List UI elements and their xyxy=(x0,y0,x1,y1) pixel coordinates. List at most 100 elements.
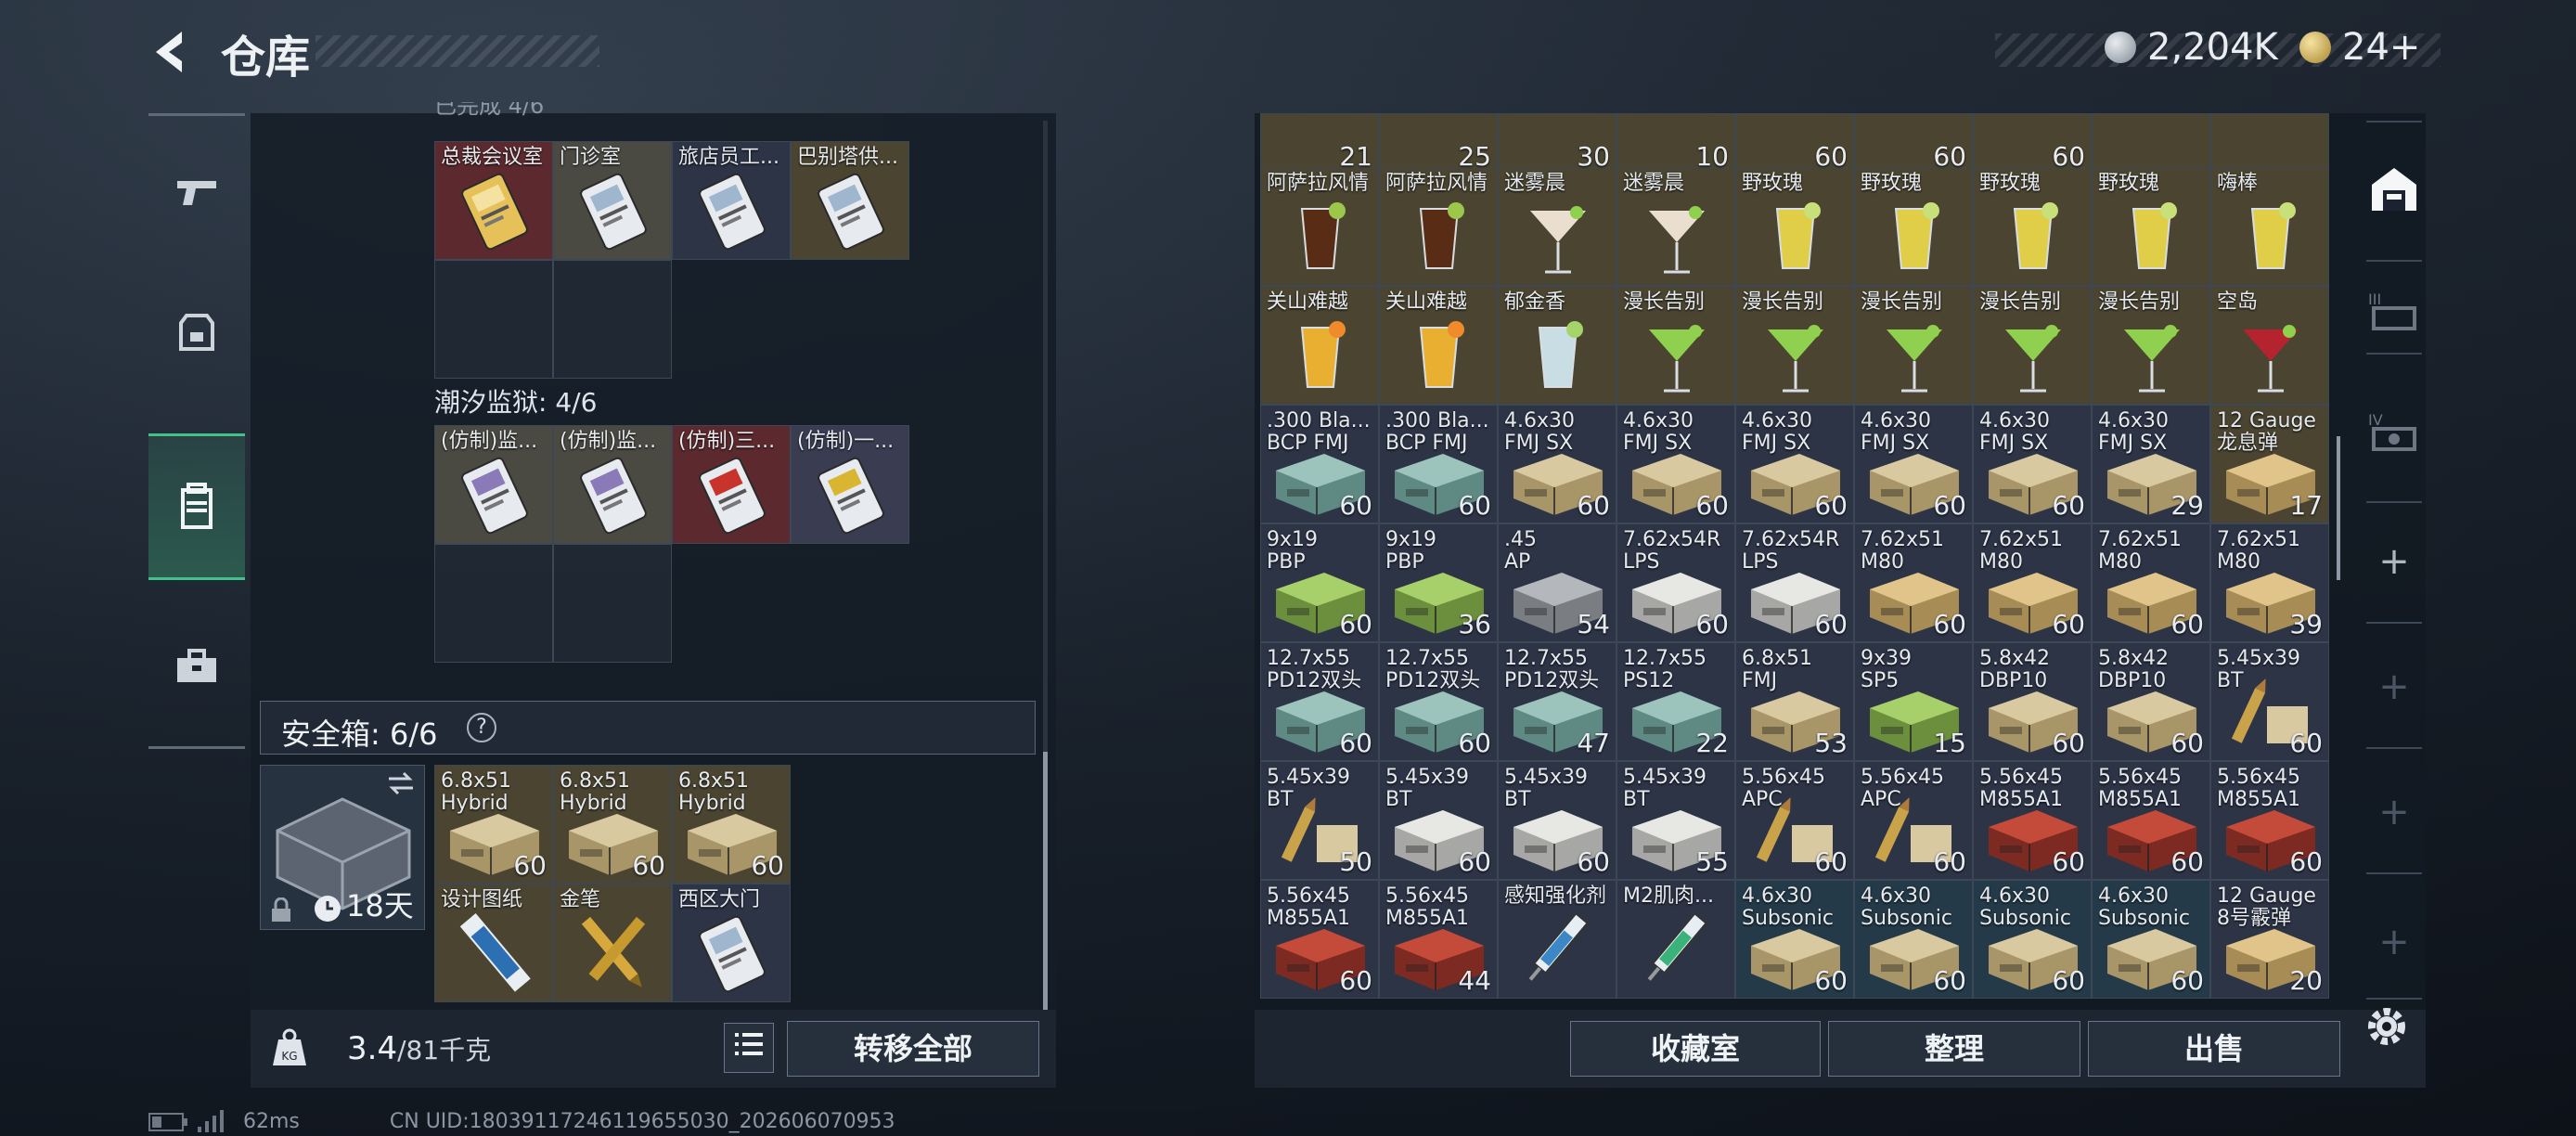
nav-containers[interactable] xyxy=(148,433,245,580)
safebox-slot[interactable]: 西区大门 xyxy=(672,884,791,1002)
warehouse-item[interactable]: 60 xyxy=(1973,113,2092,174)
warehouse-item[interactable]: 10 xyxy=(1616,113,1735,174)
warehouse-item[interactable]: 迷雾晨 xyxy=(1498,167,1616,286)
keycard-slot[interactable]: 门诊室 xyxy=(553,141,672,260)
warehouse-item[interactable]: 关山难越 xyxy=(1379,286,1498,405)
nav-misc[interactable] xyxy=(148,596,245,735)
warehouse-item[interactable]: 7.62x54R LPS 60 xyxy=(1735,523,1854,642)
add-storage-button-3[interactable]: + xyxy=(2357,752,2431,872)
warehouse-item[interactable]: 野玫瑰 xyxy=(1735,167,1854,286)
warehouse-scrollbar[interactable] xyxy=(2337,436,2340,580)
warehouse-item[interactable]: 阿萨拉风情 xyxy=(1260,167,1379,286)
warehouse-item[interactable]: 12 Gauge 8号霰弹 20 xyxy=(2210,880,2329,999)
add-storage-button-2[interactable]: + xyxy=(2357,626,2431,747)
sell-button[interactable]: 出售 xyxy=(2088,1021,2340,1077)
keycard-slot[interactable]: (仿制)三... xyxy=(672,425,791,544)
warehouse-item[interactable]: 4.6x30 FMJ SX 60 xyxy=(1735,405,1854,523)
warehouse-item[interactable]: 野玫瑰 xyxy=(1854,167,1973,286)
warehouse-item[interactable]: 60 xyxy=(1854,113,1973,174)
add-storage-button-1[interactable]: + xyxy=(2357,501,2431,622)
warehouse-item[interactable]: 野玫瑰 xyxy=(2092,167,2210,286)
empty-slot[interactable] xyxy=(553,260,672,379)
warehouse-item[interactable]: 12 Gauge 龙息弹 17 xyxy=(2210,405,2329,523)
warehouse-item[interactable]: 关山难越 xyxy=(1260,286,1379,405)
left-scrollbar-thumb[interactable] xyxy=(1043,752,1048,1012)
warehouse-item[interactable]: 7.62x54R LPS 60 xyxy=(1616,523,1735,642)
warehouse-item[interactable]: 4.6x30 Subsonic 60 xyxy=(2092,880,2210,999)
empty-slot[interactable] xyxy=(434,260,553,379)
warehouse-item[interactable]: 7.62x51 M80 60 xyxy=(1854,523,1973,642)
warehouse-item[interactable]: 12.7x55 PD12双头 60 xyxy=(1379,642,1498,761)
warehouse-item[interactable]: 5.56x45 M855A1 60 xyxy=(1973,761,2092,880)
warehouse-item[interactable]: 30 xyxy=(1498,113,1616,174)
warehouse-item[interactable]: 4.6x30 FMJ SX 60 xyxy=(1616,405,1735,523)
warehouse-item[interactable]: 漫长告别 xyxy=(1854,286,1973,405)
warehouse-item[interactable]: 4.6x30 Subsonic 60 xyxy=(1735,880,1854,999)
storage-tab-main[interactable] xyxy=(2357,128,2431,249)
warehouse-item[interactable]: 迷雾晨 xyxy=(1616,167,1735,286)
warehouse-item[interactable]: 7.62x51 M80 39 xyxy=(2210,523,2329,642)
warehouse-item[interactable]: 5.8x42 DBP10 60 xyxy=(1973,642,2092,761)
warehouse-item[interactable]: 12.7x55 PS12 22 xyxy=(1616,642,1735,761)
sort-button[interactable]: 整理 xyxy=(1828,1021,2080,1077)
warehouse-item[interactable]: 4.6x30 Subsonic 60 xyxy=(1854,880,1973,999)
settings-button[interactable] xyxy=(2361,1000,2413,1052)
safebox-slot[interactable]: 6.8x51 Hybrid 60 xyxy=(672,765,791,884)
warehouse-item[interactable]: 7.62x51 M80 60 xyxy=(2092,523,2210,642)
warehouse-item[interactable]: 漫长告别 xyxy=(1735,286,1854,405)
warehouse-item[interactable]: 5.56x45 M855A1 60 xyxy=(1260,880,1379,999)
warehouse-item[interactable]: 5.45x39 BT 60 xyxy=(1498,761,1616,880)
warehouse-item[interactable]: 5.56x45 APC 60 xyxy=(1854,761,1973,880)
warehouse-item[interactable]: 5.45x39 BT 50 xyxy=(1260,761,1379,880)
warehouse-item[interactable]: 12.7x55 PD12双头 60 xyxy=(1260,642,1379,761)
back-button[interactable] xyxy=(147,26,199,78)
warehouse-item[interactable]: 漫长告别 xyxy=(1616,286,1735,405)
keycard-slot[interactable]: 总裁会议室 xyxy=(434,141,553,260)
warehouse-item[interactable]: 12.7x55 PD12双头 47 xyxy=(1498,642,1616,761)
safebox-case[interactable]: 18天 xyxy=(260,765,425,930)
warehouse-item[interactable]: 5.45x39 BT 60 xyxy=(2210,642,2329,761)
warehouse-item[interactable]: 漫长告别 xyxy=(1973,286,2092,405)
left-scrollbar[interactable] xyxy=(1043,121,1048,1012)
warehouse-item[interactable]: 野玫瑰 xyxy=(1973,167,2092,286)
warehouse-item[interactable]: 郁金香 xyxy=(1498,286,1616,405)
safebox-slot[interactable]: 6.8x51 Hybrid 60 xyxy=(434,765,553,884)
safebox-slot[interactable]: 6.8x51 Hybrid 60 xyxy=(553,765,672,884)
warehouse-item[interactable]: 25 xyxy=(1379,113,1498,174)
warehouse-item[interactable]: 60 xyxy=(1735,113,1854,174)
add-storage-button-4[interactable]: + xyxy=(2357,882,2431,1002)
empty-slot[interactable] xyxy=(434,544,553,663)
nav-weapons[interactable] xyxy=(148,123,245,262)
warehouse-item[interactable]: 7.62x51 M80 60 xyxy=(1973,523,2092,642)
nav-equipment[interactable] xyxy=(148,262,245,401)
warehouse-item[interactable]: 4.6x30 FMJ SX 60 xyxy=(1498,405,1616,523)
warehouse-item[interactable]: .300 Bla... BCP FMJ 60 xyxy=(1379,405,1498,523)
warehouse-item[interactable]: 6.8x51 FMJ 53 xyxy=(1735,642,1854,761)
warehouse-item[interactable]: M2肌肉... xyxy=(1616,880,1735,999)
warehouse-item[interactable]: 4.6x30 Subsonic 60 xyxy=(1973,880,2092,999)
warehouse-item[interactable]: 5.56x45 M855A1 60 xyxy=(2092,761,2210,880)
warehouse-item[interactable]: 9x19 PBP 36 xyxy=(1379,523,1498,642)
warehouse-item[interactable]: 4.6x30 FMJ SX 60 xyxy=(1973,405,2092,523)
warehouse-item[interactable]: 9x19 PBP 60 xyxy=(1260,523,1379,642)
warehouse-item[interactable]: 4.6x30 FMJ SX 29 xyxy=(2092,405,2210,523)
warehouse-item[interactable]: 嗨棒 xyxy=(2210,167,2329,286)
warehouse-item[interactable]: .45 AP 54 xyxy=(1498,523,1616,642)
collection-room-button[interactable]: 收藏室 xyxy=(1570,1021,1821,1077)
warehouse-item[interactable]: 5.45x39 BT 60 xyxy=(1379,761,1498,880)
warehouse-item[interactable]: 5.45x39 BT 55 xyxy=(1616,761,1735,880)
warehouse-item[interactable]: 阿萨拉风情 xyxy=(1379,167,1498,286)
list-view-button[interactable] xyxy=(724,1023,774,1073)
warehouse-item[interactable]: 空岛 xyxy=(2210,286,2329,405)
storage-tab-4[interactable]: IV xyxy=(2357,371,2431,492)
warehouse-item[interactable] xyxy=(2092,113,2210,174)
warehouse-item[interactable]: 4.6x30 FMJ SX 60 xyxy=(1854,405,1973,523)
empty-slot[interactable] xyxy=(553,544,672,663)
keycard-slot[interactable]: (仿制)一... xyxy=(791,425,909,544)
warehouse-item[interactable]: 5.56x45 M855A1 44 xyxy=(1379,880,1498,999)
safebox-slot[interactable]: 金笔 xyxy=(553,884,672,1002)
warehouse-item[interactable]: 5.8x42 DBP10 60 xyxy=(2092,642,2210,761)
warehouse-item[interactable]: 感知强化剂 xyxy=(1498,880,1616,999)
keycard-slot[interactable]: 巴别塔供... xyxy=(791,141,909,260)
warehouse-item[interactable]: 9x39 SP5 15 xyxy=(1854,642,1973,761)
